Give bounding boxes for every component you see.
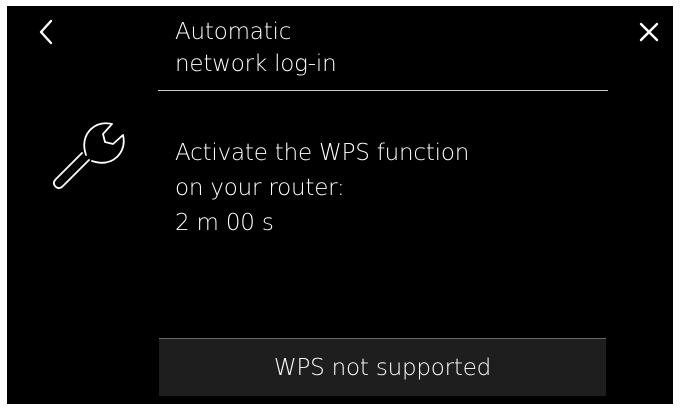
close-icon <box>639 22 659 42</box>
close-button[interactable] <box>637 20 661 44</box>
title-line-2: network log-in <box>175 51 337 77</box>
page-title: Automatic network log-in <box>175 16 595 80</box>
wps-not-supported-button[interactable]: WPS not supported <box>159 338 606 396</box>
message-line-1: Activate the WPS function <box>175 140 470 166</box>
header-divider <box>158 90 608 91</box>
wrench-icon <box>51 112 131 192</box>
title-line-1: Automatic <box>175 19 292 45</box>
countdown-timer: 2 m 00 s <box>175 210 274 236</box>
instruction-message: Activate the WPS function on your router… <box>175 136 595 241</box>
chevron-left-icon <box>39 19 53 45</box>
message-line-2: on your router: <box>175 175 345 201</box>
back-button[interactable] <box>35 18 59 46</box>
appliance-screen: Automatic network log-in Activate the WP… <box>7 6 673 404</box>
